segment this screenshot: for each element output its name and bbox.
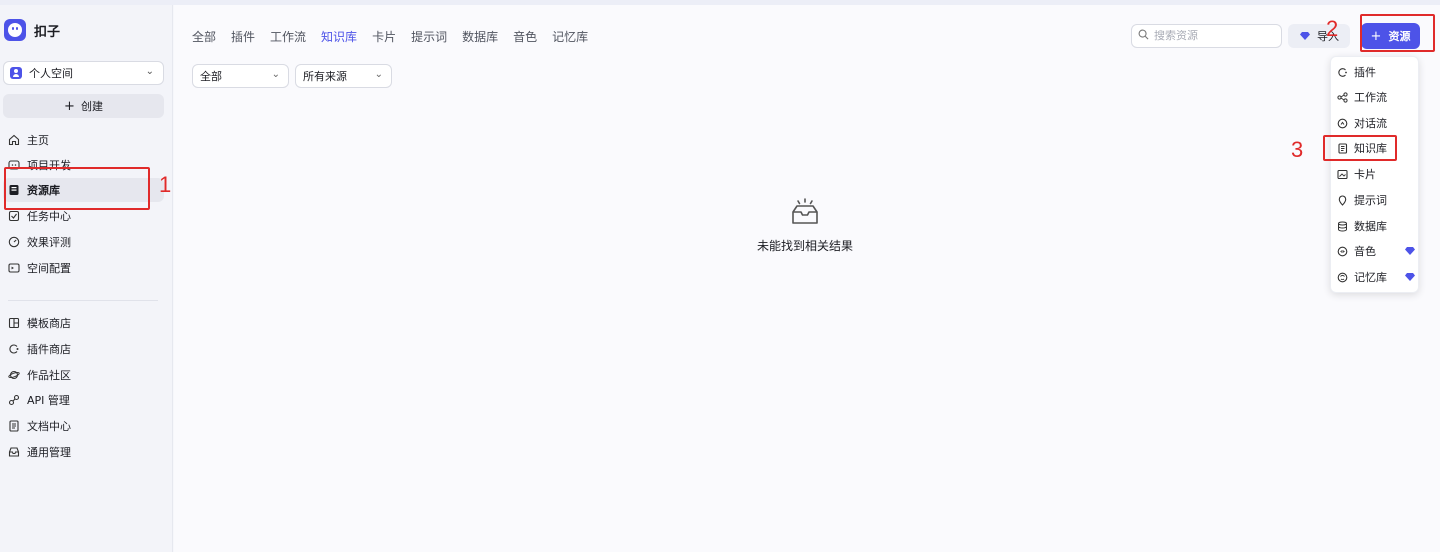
sidebar: 扣子 个人空间 ⌄ + 创建 主页 项目开发 资源库 任务中心 效果评测 空间配… xyxy=(0,5,173,552)
chevron-down-icon: ⌄ xyxy=(271,69,280,80)
empty-state-text: 未能找到相关结果 xyxy=(756,239,853,253)
type-filter-select[interactable]: 全部 ⌄ xyxy=(192,64,289,88)
manage-icon xyxy=(8,446,20,458)
annotation-box-2 xyxy=(1360,14,1435,52)
tab-knowledge[interactable]: 知识库 xyxy=(321,29,357,45)
menu-item-chatflow[interactable]: 对话流 xyxy=(1337,113,1415,133)
sidebar-item-config[interactable]: 空间配置 xyxy=(3,256,164,280)
config-icon xyxy=(8,262,20,274)
menu-item-label: 对话流 xyxy=(1354,117,1387,130)
doc-icon xyxy=(8,420,20,432)
tab-database[interactable]: 数据库 xyxy=(462,29,498,45)
annotation-number-1: 1 xyxy=(159,172,172,197)
create-label: 创建 xyxy=(80,100,103,113)
chevron-down-icon: ⌄ xyxy=(374,69,383,80)
chevron-down-icon: ⌄ xyxy=(145,66,154,77)
menu-item-plugin[interactable]: 插件 xyxy=(1337,62,1415,82)
sidebar-item-label: 空间配置 xyxy=(27,262,71,275)
sidebar-item-community[interactable]: 作品社区 xyxy=(3,363,164,387)
resource-tabs: 全部 插件 工作流 知识库 卡片 提示词 数据库 音色 记忆库 xyxy=(192,29,603,45)
menu-item-label: 卡片 xyxy=(1354,168,1376,181)
api-icon xyxy=(8,394,20,406)
sidebar-item-label: API 管理 xyxy=(27,394,70,407)
sidebar-item-label: 插件商店 xyxy=(27,343,71,356)
menu-item-database[interactable]: 数据库 xyxy=(1337,216,1415,236)
menu-item-label: 提示词 xyxy=(1354,194,1387,207)
sidebar-item-label: 通用管理 xyxy=(27,446,71,459)
premium-gem-icon xyxy=(1300,32,1310,40)
coze-logo-icon xyxy=(4,19,26,41)
sidebar-item-manage[interactable]: 通用管理 xyxy=(3,440,164,464)
menu-item-memory[interactable]: 记忆库 xyxy=(1337,267,1415,287)
sidebar-item-label: 任务中心 xyxy=(27,210,71,223)
chatflow-icon xyxy=(1337,118,1348,129)
tab-card[interactable]: 卡片 xyxy=(372,29,396,45)
create-button[interactable]: + 创建 xyxy=(3,94,164,118)
menu-item-workflow[interactable]: 工作流 xyxy=(1337,87,1415,107)
menu-item-label: 记忆库 xyxy=(1354,271,1387,284)
template-icon xyxy=(8,317,20,329)
annotation-number-3: 3 xyxy=(1291,137,1304,162)
tab-workflow[interactable]: 工作流 xyxy=(270,29,306,45)
sidebar-item-label: 文档中心 xyxy=(27,420,71,433)
sidebar-item-label: 模板商店 xyxy=(27,317,71,330)
space-selector[interactable]: 个人空间 ⌄ xyxy=(3,61,164,85)
sidebar-item-label: 效果评测 xyxy=(27,236,71,249)
menu-item-prompt[interactable]: 提示词 xyxy=(1337,190,1415,210)
annotation-box-3 xyxy=(1323,135,1397,161)
prompt-icon xyxy=(1337,194,1348,206)
space-label: 个人空间 xyxy=(29,67,73,80)
plugin-icon xyxy=(1337,67,1348,78)
workflow-icon xyxy=(1337,91,1348,103)
premium-gem-icon xyxy=(1405,247,1415,255)
tab-voice[interactable]: 音色 xyxy=(513,29,537,45)
source-filter-select[interactable]: 所有来源 ⌄ xyxy=(295,64,392,88)
premium-gem-icon xyxy=(1405,273,1415,281)
add-resource-menu: 插件 工作流 对话流 知识库 卡片 提示词 数据库 音色 记忆库 xyxy=(1330,56,1419,293)
plus-icon: + xyxy=(64,98,75,114)
voice-icon xyxy=(1337,246,1348,257)
menu-item-label: 数据库 xyxy=(1354,220,1387,233)
card-icon xyxy=(1337,169,1348,180)
main-content: 全部 插件 工作流 知识库 卡片 提示词 数据库 音色 记忆库 全部 ⌄ 所有来… xyxy=(174,5,1440,552)
menu-item-card[interactable]: 卡片 xyxy=(1337,164,1415,184)
sidebar-item-plugin-store[interactable]: 插件商店 xyxy=(3,337,164,361)
home-icon xyxy=(8,134,20,146)
tab-plugin[interactable]: 插件 xyxy=(231,29,255,45)
tab-all[interactable]: 全部 xyxy=(192,29,216,45)
search-box xyxy=(1131,24,1282,48)
sidebar-item-evaluation[interactable]: 效果评测 xyxy=(3,230,164,254)
menu-item-label: 插件 xyxy=(1354,66,1376,79)
empty-inbox-icon xyxy=(792,198,818,224)
type-filter-value: 全部 xyxy=(200,70,222,83)
sidebar-item-templates[interactable]: 模板商店 xyxy=(3,311,164,335)
empty-state: 未能找到相关结果 xyxy=(730,198,880,254)
task-icon xyxy=(8,210,20,222)
plugin-store-icon xyxy=(8,343,20,355)
search-input[interactable] xyxy=(1154,30,1274,42)
annotation-box-1 xyxy=(4,167,150,210)
sidebar-item-docs[interactable]: 文档中心 xyxy=(3,414,164,438)
memory-icon xyxy=(1337,272,1348,283)
menu-item-label: 音色 xyxy=(1354,245,1376,258)
menu-item-label: 工作流 xyxy=(1354,91,1387,104)
menu-item-voice[interactable]: 音色 xyxy=(1337,241,1415,261)
sidebar-divider xyxy=(8,300,158,301)
brand[interactable]: 扣子 xyxy=(4,19,60,41)
evaluation-icon xyxy=(8,236,20,248)
tab-memory[interactable]: 记忆库 xyxy=(552,29,588,45)
sidebar-item-label: 主页 xyxy=(27,134,49,147)
annotation-number-2: 2 xyxy=(1326,16,1339,41)
sidebar-item-api[interactable]: API 管理 xyxy=(3,388,164,412)
sidebar-item-label: 作品社区 xyxy=(27,369,71,382)
search-icon xyxy=(1138,29,1149,43)
tab-prompt[interactable]: 提示词 xyxy=(411,29,447,45)
import-button[interactable]: 导入 xyxy=(1288,24,1350,48)
source-filter-value: 所有来源 xyxy=(303,70,347,83)
app-name: 扣子 xyxy=(34,24,61,40)
user-icon xyxy=(10,67,22,79)
sidebar-item-home[interactable]: 主页 xyxy=(3,128,164,152)
community-icon xyxy=(8,369,20,381)
database-icon xyxy=(1337,221,1348,232)
